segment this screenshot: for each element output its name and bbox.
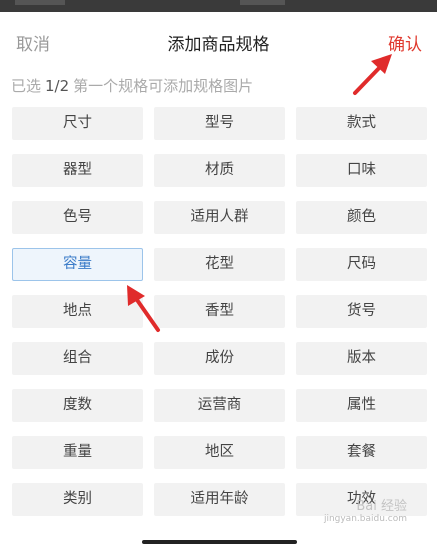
- spec-chip-selected[interactable]: 容量: [12, 248, 143, 281]
- top-strip: [0, 0, 437, 12]
- spec-chip[interactable]: 尺寸: [12, 107, 143, 140]
- spec-chip[interactable]: 型号: [154, 107, 285, 140]
- hint-text: 第一个规格可添加规格图片: [73, 77, 254, 95]
- spec-chip[interactable]: 地区: [154, 436, 285, 469]
- spec-chip[interactable]: 货号: [296, 295, 427, 328]
- spec-chip[interactable]: 组合: [12, 342, 143, 375]
- top-strip-segment: [15, 0, 65, 5]
- spec-chip[interactable]: 颜色: [296, 201, 427, 234]
- spec-chip[interactable]: 重量: [12, 436, 143, 469]
- selected-count: 1/2: [45, 77, 70, 95]
- selection-hint: 已选 1/2 第一个规格可添加规格图片: [11, 75, 253, 96]
- spec-chip[interactable]: 材质: [154, 154, 285, 187]
- spec-chip[interactable]: 款式: [296, 107, 427, 140]
- spec-chip[interactable]: 属性: [296, 389, 427, 422]
- modal-header: 取消 添加商品规格 确认: [0, 12, 437, 68]
- spec-chip[interactable]: 成份: [154, 342, 285, 375]
- spec-chip[interactable]: 适用年龄: [154, 483, 285, 516]
- spec-grid: 尺寸 型号 款式器型 材质 口味色号 适用人群 颜色容量 花型 尺码地点 香型 货号组合 成份 版本度数…: [12, 107, 427, 516]
- spec-chip[interactable]: 器型: [12, 154, 143, 187]
- spec-chip[interactable]: 套餐: [296, 436, 427, 469]
- home-indicator: [142, 540, 297, 544]
- spec-chip[interactable]: 类别: [12, 483, 143, 516]
- spec-chip[interactable]: 适用人群: [154, 201, 285, 234]
- spec-chip[interactable]: 运营商: [154, 389, 285, 422]
- spec-chip[interactable]: 版本: [296, 342, 427, 375]
- spec-chip[interactable]: 口味: [296, 154, 427, 187]
- spec-chip[interactable]: 地点: [12, 295, 143, 328]
- spec-chip[interactable]: 色号: [12, 201, 143, 234]
- selected-prefix: 已选: [11, 77, 42, 95]
- spec-chip[interactable]: 度数: [12, 389, 143, 422]
- page-title: 添加商品规格: [167, 35, 270, 55]
- spec-chip[interactable]: 尺码: [296, 248, 427, 281]
- confirm-button[interactable]: 确认: [388, 30, 422, 55]
- watermark-url: jingyan.baidu.com: [323, 514, 407, 524]
- spec-chip[interactable]: 花型: [154, 248, 285, 281]
- spec-chip[interactable]: 香型: [154, 295, 285, 328]
- top-strip-segment: [240, 0, 285, 5]
- watermark-logo: Bai 经验: [356, 499, 407, 514]
